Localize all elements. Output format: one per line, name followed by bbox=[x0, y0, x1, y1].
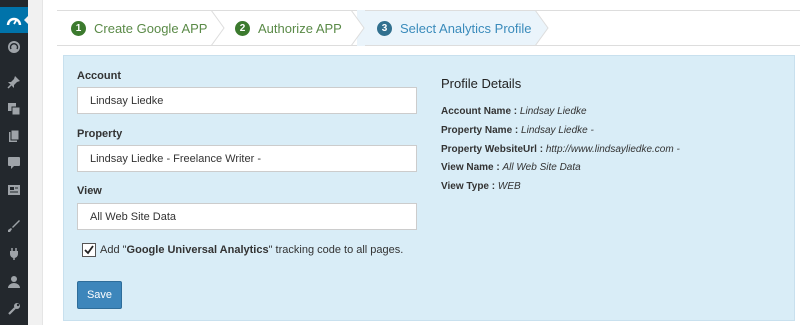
step-number: 3 bbox=[377, 20, 392, 36]
save-button[interactable]: Save bbox=[77, 281, 122, 309]
comments-icon[interactable] bbox=[5, 154, 23, 172]
dashboard-icon[interactable] bbox=[0, 7, 28, 33]
detail-view-name: View Name : All Web Site Data bbox=[441, 162, 581, 173]
step-separator-icon bbox=[211, 10, 225, 46]
step-separator-icon bbox=[535, 10, 549, 46]
step-select-analytics-profile[interactable]: 3 Select Analytics Profile bbox=[377, 11, 532, 45]
step-number: 2 bbox=[235, 20, 250, 36]
detail-property-url: Property WebsiteUrl : http://www.lindsay… bbox=[441, 144, 680, 155]
checkmark-icon bbox=[84, 245, 94, 255]
tracking-option: Add "Google Universal Analytics" trackin… bbox=[82, 243, 403, 257]
tools-icon[interactable] bbox=[5, 300, 23, 318]
step-create-google-app[interactable]: 1 Create Google APP bbox=[71, 11, 207, 45]
forms-icon[interactable] bbox=[5, 181, 23, 199]
account-select[interactable]: Lindsay Liedke bbox=[77, 87, 417, 114]
tracking-label: Add "Google Universal Analytics" trackin… bbox=[100, 244, 404, 256]
view-label: View bbox=[77, 185, 102, 197]
admin-sidebar bbox=[0, 0, 28, 325]
step-separator-icon bbox=[351, 10, 365, 46]
step-authorize-app[interactable]: 2 Authorize APP bbox=[235, 11, 342, 45]
profile-panel: Account Lindsay Liedke Property Lindsay … bbox=[63, 55, 795, 321]
view-select[interactable]: All Web Site Data bbox=[77, 203, 417, 230]
step-label: Select Analytics Profile bbox=[400, 20, 532, 36]
account-label: Account bbox=[77, 70, 121, 82]
wizard-steps: 1 Create Google APP 2 Authorize APP 3 Se… bbox=[57, 10, 800, 46]
gauge-icon[interactable] bbox=[5, 38, 23, 56]
profile-details-title: Profile Details bbox=[441, 76, 522, 91]
property-select[interactable]: Lindsay Liedke - Freelance Writer - bbox=[77, 145, 417, 172]
tracking-checkbox[interactable] bbox=[82, 243, 96, 257]
users-icon[interactable] bbox=[5, 273, 23, 291]
step-label: Authorize APP bbox=[258, 20, 342, 36]
main-content: 1 Create Google APP 2 Authorize APP 3 Se… bbox=[42, 0, 800, 325]
pages-icon[interactable] bbox=[5, 127, 23, 145]
detail-account-name: Account Name : Lindsay Liedke bbox=[441, 106, 587, 117]
detail-property-name: Property Name : Lindsay Liedke - bbox=[441, 125, 594, 136]
pin-icon[interactable] bbox=[5, 73, 23, 91]
detail-view-type: View Type : WEB bbox=[441, 181, 521, 192]
plugins-icon[interactable] bbox=[5, 245, 23, 263]
step-label: Create Google APP bbox=[94, 20, 208, 36]
property-label: Property bbox=[77, 128, 123, 140]
media-icon[interactable] bbox=[5, 100, 23, 118]
step-number: 1 bbox=[71, 20, 86, 36]
appearance-icon[interactable] bbox=[5, 217, 23, 235]
